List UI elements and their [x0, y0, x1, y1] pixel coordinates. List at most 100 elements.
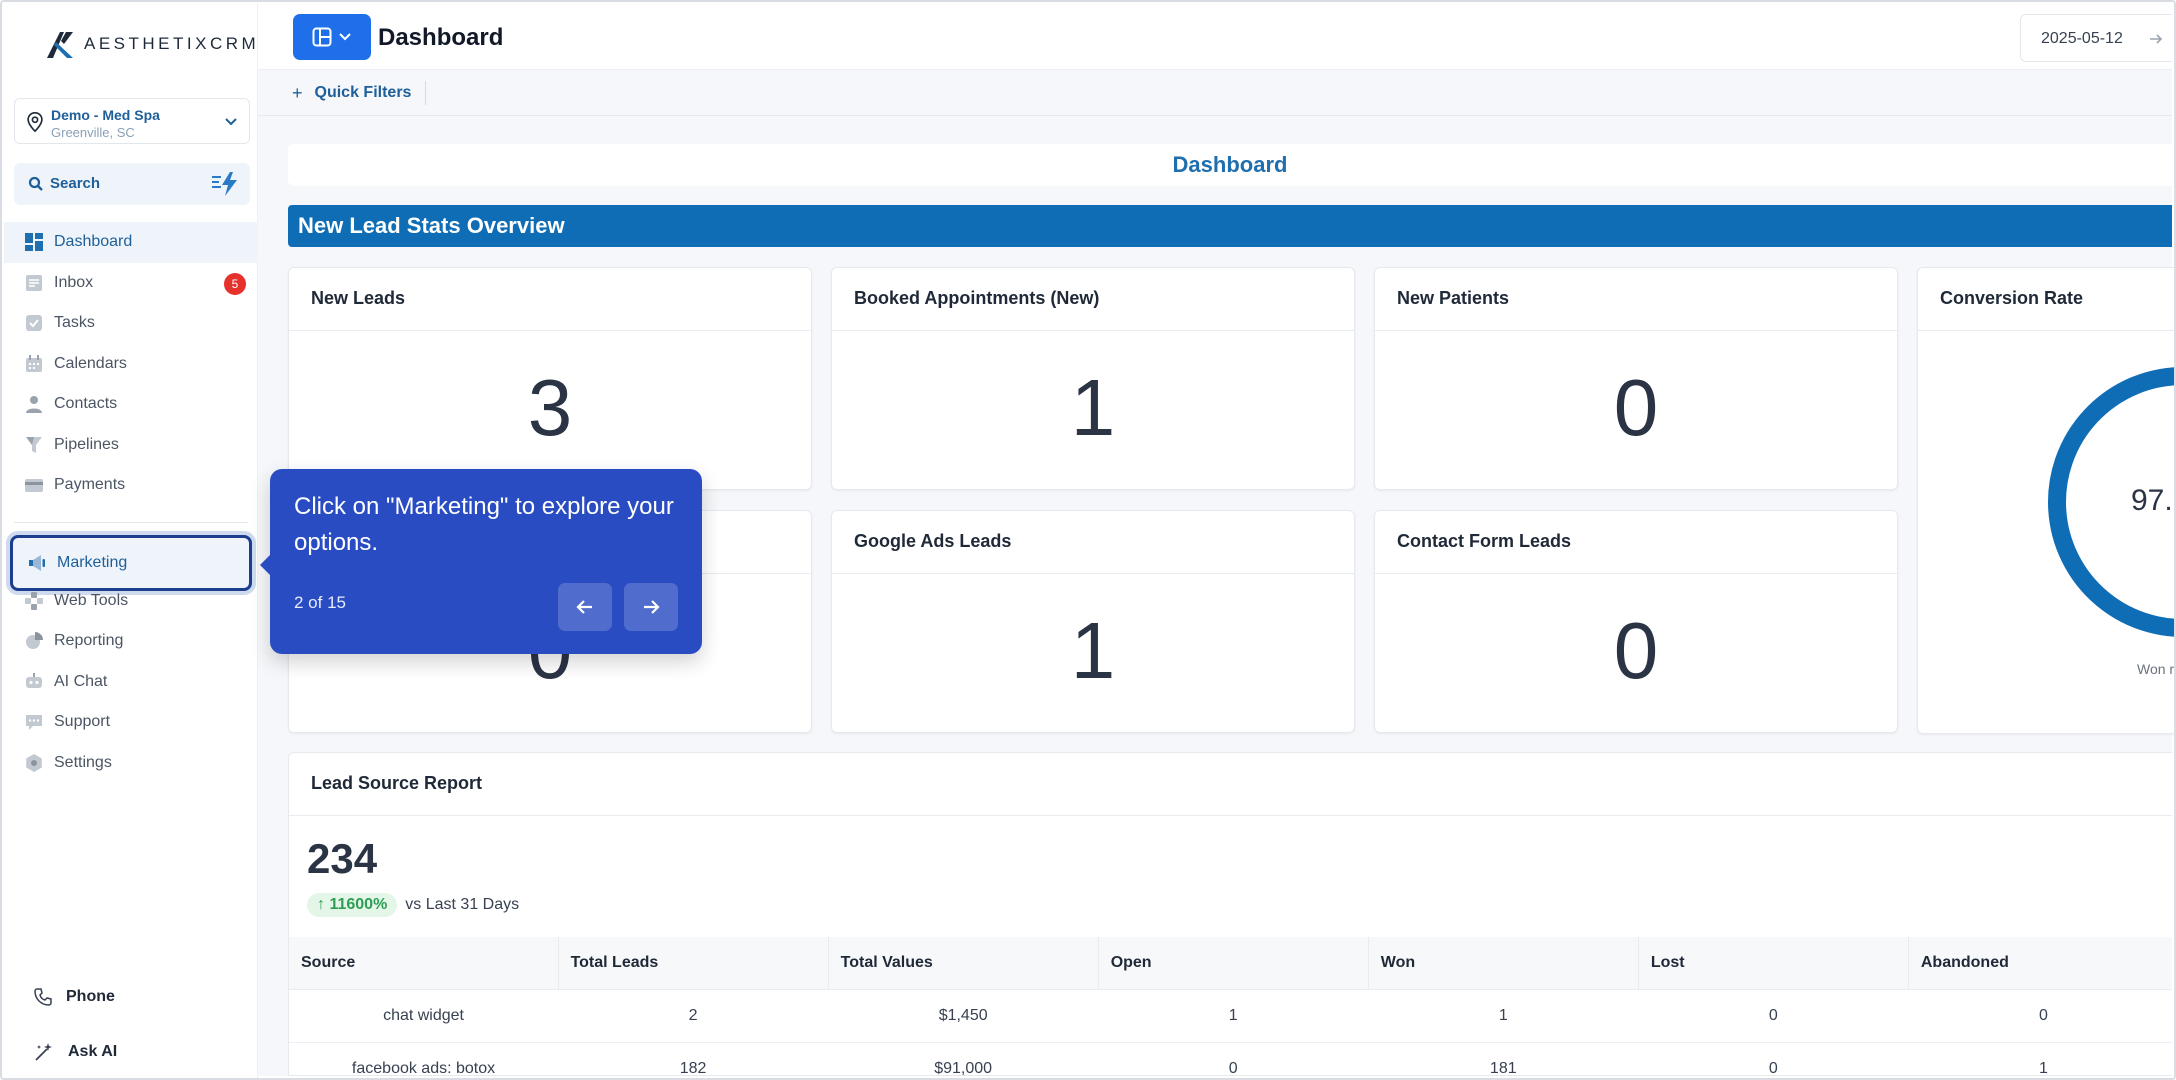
next-step-button[interactable]	[624, 583, 678, 631]
logo-text: AESTHETIXCRM	[84, 34, 260, 53]
phone-button[interactable]: Phone	[34, 988, 115, 1006]
card-divider	[1375, 330, 1897, 331]
arrow-up-icon: ↑	[317, 896, 325, 913]
table-cell: $1,450	[828, 989, 1099, 1043]
magic-wand-icon	[35, 1043, 52, 1061]
dashboard-icon	[24, 232, 44, 252]
sidebar-item-pipelines[interactable]: Pipelines	[4, 425, 258, 466]
report-divider	[289, 815, 2172, 816]
quick-filters-button[interactable]: + Quick Filters	[292, 81, 427, 105]
sidebar-item-label: Pipelines	[54, 435, 119, 453]
card-title: New Patients	[1397, 288, 1510, 308]
sidebar-item-ai-chat[interactable]: AI Chat	[4, 662, 258, 703]
settings-icon	[24, 753, 44, 773]
date-value: 2025-05-12	[2041, 30, 2123, 47]
table-cell: $91,000	[828, 1042, 1099, 1075]
stat-card-new-patients[interactable]: New Patients 0	[1374, 267, 1898, 490]
column-header[interactable]: Won	[1368, 937, 1639, 990]
sidebar-item-payments[interactable]: Payments	[4, 465, 258, 506]
sidebar-divider	[14, 521, 248, 523]
megaphone-icon	[27, 553, 47, 573]
sidebar-item-label: Settings	[54, 753, 112, 771]
table-cell: 2	[558, 989, 829, 1043]
logo[interactable]: AESTHETIXCRM	[44, 28, 259, 60]
previous-step-button[interactable]	[558, 583, 612, 631]
contacts-icon	[24, 394, 44, 414]
unread-badge: 5	[224, 272, 246, 295]
app-frame: AESTHETIXCRM Demo - Med Spa Greenville, …	[0, 0, 2176, 1080]
location-name: Demo - Med Spa	[51, 107, 160, 123]
sidebar-item-label: Support	[54, 713, 111, 731]
phone-icon	[34, 988, 52, 1006]
dashboard-banner: Dashboard	[288, 144, 2172, 186]
column-header[interactable]: Total Leads	[558, 937, 829, 990]
search-label: Search	[50, 175, 101, 192]
column-header[interactable]: Lost	[1638, 937, 1909, 990]
sidebar-item-settings[interactable]: Settings	[4, 743, 258, 784]
sidebar-item-label: Web Tools	[54, 591, 129, 609]
sidebar-item-reporting[interactable]: Reporting	[4, 621, 258, 662]
arrow-right-icon	[2150, 34, 2163, 44]
stat-card-booked-appointments[interactable]: Booked Appointments (New) 1	[831, 267, 1355, 490]
sidebar-item-label: Tasks	[54, 314, 95, 332]
map-pin-icon	[27, 112, 43, 133]
date-picker[interactable]: 2025-05-12	[2020, 14, 2172, 62]
sidebar-item-tasks[interactable]: Tasks	[4, 303, 258, 344]
sidebar-item-label: Contacts	[54, 395, 118, 413]
sidebar-item-dashboard[interactable]: Dashboard	[4, 222, 258, 263]
lightning-icon[interactable]	[210, 171, 240, 197]
sidebar-item-support[interactable]: Support	[4, 702, 258, 743]
sidebar-item-label: Calendars	[54, 354, 127, 372]
web-tools-icon	[24, 591, 44, 611]
table-cell: 0	[1638, 989, 1909, 1043]
table-cell: 1	[1368, 989, 1639, 1043]
section-header: New Lead Stats Overview	[288, 205, 2172, 247]
search-icon	[28, 176, 43, 191]
sidebar-item-label: Marketing	[57, 553, 128, 571]
conversion-rate-card[interactable]: Conversion Rate 97.8 Won r	[1917, 267, 2174, 734]
sidebar-item-calendars[interactable]: Calendars	[4, 344, 258, 385]
card-divider	[832, 573, 1354, 574]
column-header[interactable]: Source	[289, 937, 559, 990]
table-header-row: Source Total Leads Total Values Open Won…	[289, 937, 2172, 990]
chevron-down-icon	[339, 33, 351, 41]
column-header[interactable]: Open	[1098, 937, 1369, 990]
table-cell: 0	[1098, 1042, 1369, 1075]
card-value: 0	[1613, 606, 1659, 695]
card-title: New Leads	[311, 288, 406, 308]
search-button[interactable]: Search	[14, 163, 250, 205]
sidebar-item-web-tools[interactable]: Web Tools	[4, 581, 258, 622]
table-cell: 1	[1908, 1042, 2172, 1075]
ask-ai-button[interactable]: Ask AI	[34, 1042, 117, 1062]
table-cell: 0	[1638, 1042, 1909, 1075]
card-value: 0	[1613, 363, 1659, 452]
column-header[interactable]: Abandoned	[1908, 937, 2172, 990]
walkthrough-tooltip: Click on "Marketing" to explore your opt…	[260, 469, 702, 654]
arrow-right-icon	[644, 600, 660, 614]
table-row[interactable]: chat widget 2 $1,450 1 1 0 0	[289, 989, 2172, 1043]
sidebar-item-label: Inbox	[54, 273, 94, 291]
card-divider	[832, 330, 1354, 331]
card-value: 1	[1070, 606, 1116, 695]
table-row[interactable]: facebook ads: botox 182 $91,000 0 181 0 …	[289, 1042, 2172, 1075]
location-city: Greenville, SC	[51, 125, 135, 140]
pipelines-icon	[24, 435, 44, 455]
sidebar-item-inbox[interactable]: Inbox 5	[4, 263, 258, 304]
phone-label: Phone	[66, 988, 115, 1005]
card-value: 1	[1070, 363, 1116, 452]
stat-card-new-leads[interactable]: New Leads 3	[288, 267, 812, 490]
chevron-down-icon	[225, 118, 237, 126]
stat-card-contact-form-leads[interactable]: Contact Form Leads 0	[1374, 510, 1898, 733]
layout-switcher-button[interactable]	[293, 14, 371, 60]
sidebar-item-label: Reporting	[54, 632, 124, 650]
table-cell: 1	[1098, 989, 1369, 1043]
stat-card-google-ads-leads[interactable]: Google Ads Leads 1	[831, 510, 1355, 733]
lead-source-table: Source Total Leads Total Values Open Won…	[289, 937, 2172, 1075]
sidebar-item-label: Payments	[54, 476, 126, 494]
location-switcher[interactable]: Demo - Med Spa Greenville, SC	[14, 98, 250, 144]
column-header[interactable]: Total Values	[828, 937, 1099, 990]
card-divider	[1375, 573, 1897, 574]
ai-chat-icon	[24, 672, 44, 692]
tasks-icon	[24, 313, 44, 333]
sidebar-item-contacts[interactable]: Contacts	[4, 384, 258, 425]
